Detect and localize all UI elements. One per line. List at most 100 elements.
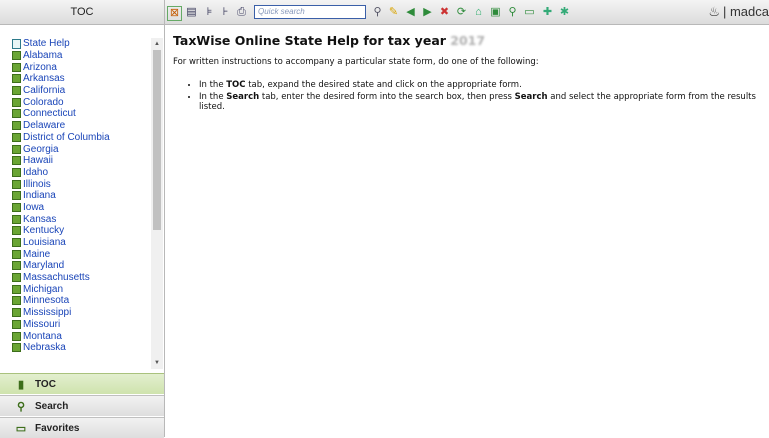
- tree-item-label: District of Columbia: [23, 131, 110, 143]
- tree-item-label: Missouri: [23, 318, 61, 330]
- step2-text-c: tab, enter the desired form into the sea…: [259, 91, 515, 102]
- tree-item[interactable]: Montana: [0, 330, 151, 342]
- tree-item[interactable]: District of Columbia: [0, 132, 151, 144]
- book-icon: [12, 202, 21, 212]
- tree-item[interactable]: Missouri: [0, 319, 151, 331]
- tree-item[interactable]: Idaho: [0, 167, 151, 179]
- tree-item[interactable]: Arizona: [0, 61, 151, 73]
- tree-item[interactable]: Maryland: [0, 260, 151, 272]
- tree-item[interactable]: Illinois: [0, 178, 151, 190]
- tree-item[interactable]: Arkansas: [0, 73, 151, 85]
- tree-item-label: Michigan: [23, 283, 64, 295]
- book-icon: [12, 74, 21, 84]
- tree-item[interactable]: Massachusetts: [0, 272, 151, 284]
- tree-item[interactable]: Georgia: [0, 143, 151, 155]
- sidebar-scrollbar[interactable]: ▲ ▼: [151, 38, 163, 369]
- tree-item-label: Minnesota: [23, 295, 70, 307]
- brand-text: | madca: [722, 4, 769, 19]
- tree-item[interactable]: Michigan: [0, 283, 151, 295]
- tree-item[interactable]: Connecticut: [0, 108, 151, 120]
- tree-item-label: Kentucky: [23, 225, 65, 237]
- highlight-icon[interactable]: ✎: [387, 6, 400, 19]
- book-icon: [12, 226, 21, 236]
- add-favorite-icon[interactable]: ✚: [541, 6, 554, 19]
- tab-favorites[interactable]: ▭ Favorites: [0, 417, 164, 438]
- book-icon: [12, 261, 21, 271]
- chef-hat-logo-icon: ♨: [708, 4, 720, 19]
- book-icon: [12, 331, 21, 341]
- stop-icon[interactable]: ✖: [438, 6, 451, 19]
- contents-icon[interactable]: ▣: [489, 6, 502, 19]
- tree-item-label: Mississippi: [23, 307, 72, 319]
- tree-item-label: Georgia: [23, 143, 59, 155]
- tree-root-state-help[interactable]: State Help: [0, 38, 151, 50]
- tree-item[interactable]: Alabama: [0, 50, 151, 62]
- tree-item[interactable]: Iowa: [0, 202, 151, 214]
- tree-item-label: Kansas: [23, 213, 57, 225]
- refresh-icon[interactable]: ⟳: [455, 6, 468, 19]
- tree-list: Alabama Arizona Arkansas California Colorado…: [0, 50, 151, 354]
- book-icon: [12, 191, 21, 201]
- previous-icon[interactable]: ◀: [404, 6, 417, 19]
- scroll-thumb[interactable]: [153, 50, 161, 230]
- collapse-icon[interactable]: ⊦: [219, 6, 232, 19]
- tree-item[interactable]: Delaware: [0, 120, 151, 132]
- tab-search[interactable]: ⚲ Search: [0, 395, 164, 416]
- tree-item[interactable]: Kansas: [0, 213, 151, 225]
- tree-item[interactable]: Maine: [0, 248, 151, 260]
- folder-icon[interactable]: ▭: [523, 6, 536, 19]
- scroll-up-arrow-icon[interactable]: ▲: [151, 38, 163, 50]
- tree-item[interactable]: Kentucky: [0, 225, 151, 237]
- tree-item-label: Colorado: [23, 96, 64, 108]
- tree-item[interactable]: Minnesota: [0, 295, 151, 307]
- scroll-down-arrow-icon[interactable]: ▼: [151, 357, 163, 369]
- tree-item-label: Montana: [23, 330, 62, 342]
- home-icon[interactable]: ⌂: [472, 6, 485, 19]
- next-icon[interactable]: ▶: [421, 6, 434, 19]
- tab-search-label: Search: [35, 400, 69, 412]
- show-toc-icon[interactable]: ⊠: [167, 6, 182, 21]
- tab-toc-label: TOC: [35, 378, 56, 390]
- tree-item[interactable]: Louisiana: [0, 237, 151, 249]
- book-icon: [12, 62, 21, 72]
- tree-item-label: Arkansas: [23, 73, 65, 85]
- tree-item[interactable]: Hawaii: [0, 155, 151, 167]
- book-icon: [12, 121, 21, 131]
- tree-item-label: Arizona: [23, 61, 57, 73]
- tree-item[interactable]: Colorado: [0, 96, 151, 108]
- page-title-year: 2017: [450, 33, 486, 48]
- topic-icon: [12, 38, 21, 49]
- tree-item-label: Louisiana: [23, 237, 66, 249]
- tree-item[interactable]: Mississippi: [0, 307, 151, 319]
- page-title-text: TaxWise Online State Help for tax year: [173, 33, 446, 48]
- instruction-item: In the Search tab, enter the desired for…: [199, 92, 763, 113]
- help-content: TaxWise Online State Help for tax year 2…: [173, 33, 763, 114]
- book-icon: ▮: [17, 378, 25, 391]
- book-icon: [12, 179, 21, 189]
- book-icon: [12, 273, 21, 283]
- tree-item-label: Indiana: [23, 190, 56, 202]
- find-icon[interactable]: ⚲: [506, 6, 519, 19]
- book-icon: [12, 156, 21, 166]
- tree-item[interactable]: Indiana: [0, 190, 151, 202]
- expand-icon[interactable]: ⊧: [203, 6, 216, 19]
- tree-item[interactable]: Nebraska: [0, 342, 151, 354]
- sync-icon[interactable]: ▤: [185, 6, 198, 19]
- tree-item-label: Nebraska: [23, 342, 66, 354]
- book-icon: [12, 51, 21, 61]
- instruction-item: In the TOC tab, expand the desired state…: [199, 80, 763, 91]
- book-icon: [12, 167, 21, 177]
- tab-toc[interactable]: ▮ TOC: [0, 373, 164, 394]
- tab-favorites-label: Favorites: [35, 422, 80, 434]
- intro-text: For written instructions to accompany a …: [173, 57, 539, 67]
- book-icon: [12, 284, 21, 294]
- glossary-icon[interactable]: ✱: [558, 6, 571, 19]
- tree-item-label: Illinois: [23, 178, 51, 190]
- tree-item-label: Delaware: [23, 120, 66, 132]
- quick-search-input[interactable]: Quick search: [254, 5, 366, 19]
- tree-item[interactable]: California: [0, 85, 151, 97]
- print-icon[interactable]: ⎙: [235, 6, 248, 19]
- search-go-icon[interactable]: ⚲: [371, 6, 384, 19]
- step2-bold-search: Search: [226, 91, 260, 102]
- step1-text-c: tab, expand the desired state and click …: [245, 80, 522, 90]
